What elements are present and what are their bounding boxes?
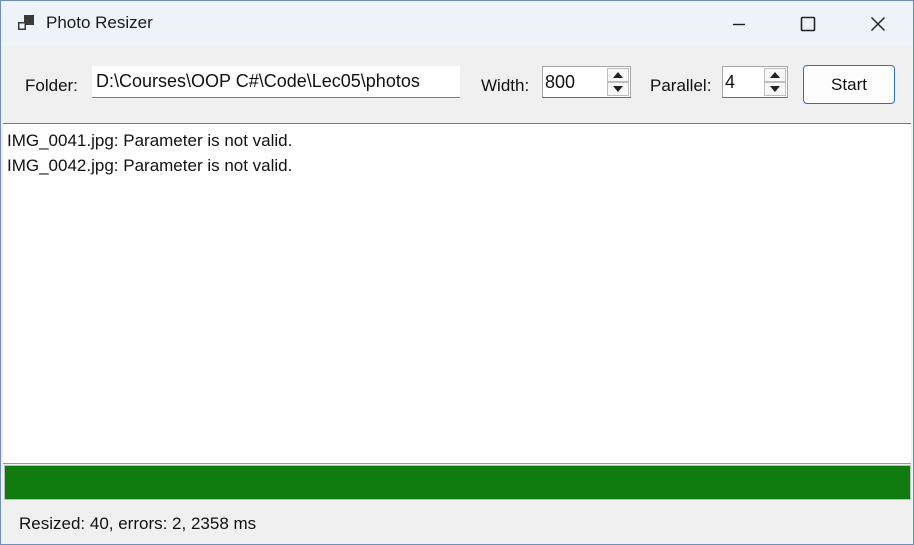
status-text: Resized: 40, errors: 2, 2358 ms — [19, 514, 257, 533]
maximize-button[interactable] — [773, 1, 843, 46]
chevron-up-icon — [770, 72, 780, 78]
parallel-decrement-button[interactable] — [764, 82, 786, 96]
parallel-input[interactable] — [725, 69, 757, 95]
close-icon — [870, 16, 886, 31]
folder-label: Folder: — [25, 76, 78, 95]
app-window-icon — [18, 15, 34, 30]
width-stepper[interactable] — [542, 66, 631, 98]
parallel-stepper[interactable] — [722, 66, 788, 98]
log-output[interactable]: IMG_0041.jpg: Parameter is not valid. IM… — [3, 123, 911, 464]
log-line: IMG_0042.jpg: Parameter is not valid. — [7, 156, 293, 175]
chevron-down-icon — [613, 86, 623, 92]
width-stepper-arrows — [607, 68, 629, 96]
maximize-icon — [800, 16, 816, 31]
width-input[interactable] — [545, 69, 594, 95]
progress-fill — [5, 466, 910, 499]
app-window: Photo Resizer Folder: Width: — [0, 0, 914, 545]
window-title: Photo Resizer — [46, 13, 153, 32]
width-decrement-button[interactable] — [607, 82, 629, 96]
width-label: Width: — [481, 76, 530, 95]
folder-input[interactable] — [92, 66, 460, 98]
chevron-up-icon — [613, 72, 623, 78]
parallel-stepper-arrows — [764, 68, 786, 96]
parallel-increment-button[interactable] — [764, 68, 786, 82]
start-button[interactable]: Start — [803, 65, 895, 104]
close-button[interactable] — [843, 1, 913, 46]
log-line: IMG_0041.jpg: Parameter is not valid. — [7, 131, 293, 150]
minimize-button[interactable] — [704, 1, 774, 46]
toolbar: Folder: Width: Parallel: — [1, 46, 913, 124]
status-bar: Resized: 40, errors: 2, 2358 ms — [1, 501, 913, 544]
chevron-down-icon — [770, 86, 780, 92]
width-increment-button[interactable] — [607, 68, 629, 82]
progress-bar — [4, 465, 911, 500]
parallel-label: Parallel: — [650, 76, 712, 95]
minimize-icon — [733, 23, 745, 25]
title-bar[interactable]: Photo Resizer — [1, 1, 913, 46]
